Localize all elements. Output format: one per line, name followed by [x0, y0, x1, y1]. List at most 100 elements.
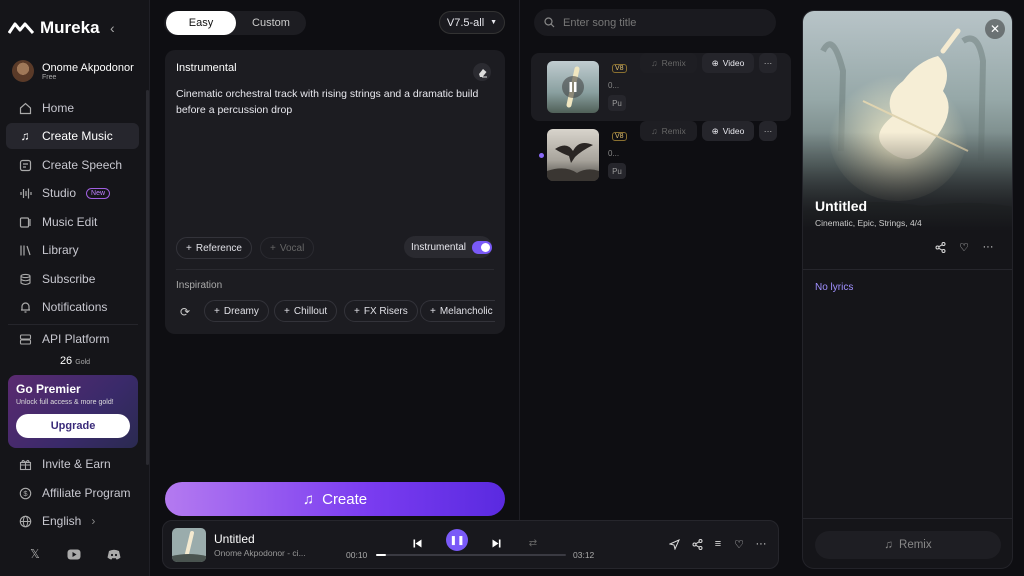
- sidebar-item-create-music[interactable]: ♫ Create Music: [6, 123, 139, 149]
- more-options-icon[interactable]: ···: [759, 53, 777, 73]
- repeat-icon[interactable]: ⇄: [524, 534, 542, 552]
- sidebar-item-invite-earn[interactable]: Invite & Earn: [6, 451, 139, 477]
- divider: [176, 269, 494, 270]
- detail-remix-button[interactable]: ♫ Remix: [815, 531, 1001, 559]
- premier-subtitle: Unlock full access & more gold!: [16, 399, 114, 406]
- refresh-icon[interactable]: ⟳: [180, 305, 190, 319]
- player-author: Onome Akpodonor - ci...: [214, 548, 306, 558]
- version-badge: V8: [612, 64, 627, 73]
- model-version-select[interactable]: V7.5-all ▼: [439, 11, 505, 34]
- sidebar-item-library[interactable]: Library: [6, 237, 139, 263]
- song-thumbnail[interactable]: [547, 61, 599, 113]
- share-icon[interactable]: [690, 537, 704, 551]
- heart-icon[interactable]: ♡: [732, 537, 746, 551]
- plus-icon: +: [270, 242, 276, 254]
- api-icon: [18, 332, 32, 346]
- song-duration: 0...: [608, 149, 620, 158]
- close-icon[interactable]: ✕: [985, 19, 1005, 39]
- video-button[interactable]: ⊕ Video: [702, 53, 754, 73]
- queue-icon[interactable]: ≡: [711, 537, 725, 551]
- song-row[interactable]: V8 0... Pu ♫ Remix ⊕ Video ···: [531, 53, 791, 121]
- tab-custom[interactable]: Custom: [236, 11, 306, 35]
- video-add-icon: ⊕: [711, 125, 719, 136]
- sidebar-item-label: Subscribe: [42, 272, 96, 286]
- globe-icon: [18, 514, 32, 528]
- pause-button[interactable]: ❚❚: [446, 529, 468, 551]
- player-thumbnail[interactable]: [172, 528, 206, 562]
- remix-button[interactable]: ♫ Remix: [640, 121, 697, 141]
- unread-dot: [539, 153, 544, 158]
- youtube-icon[interactable]: [67, 547, 81, 561]
- song-title: Untitled: [815, 198, 868, 214]
- more-options-icon[interactable]: ···: [981, 240, 995, 254]
- progress-fill: [376, 554, 386, 556]
- upgrade-button[interactable]: Upgrade: [16, 414, 130, 438]
- sidebar-item-create-speech[interactable]: Create Speech: [6, 152, 139, 178]
- inspiration-chip-fx-risers[interactable]: + FX Risers: [344, 300, 418, 322]
- song-row[interactable]: V8 0... Pu ♫ Remix ⊕ Video ···: [531, 121, 791, 189]
- edit-icon: [18, 215, 32, 229]
- remix-label: Remix: [661, 126, 686, 136]
- inspiration-chip-melancholic[interactable]: + Melancholic: [420, 300, 495, 322]
- publish-button[interactable]: Pu: [608, 95, 626, 111]
- discord-icon[interactable]: [107, 547, 121, 561]
- reference-button[interactable]: + Reference: [176, 237, 252, 259]
- tab-easy[interactable]: Easy: [166, 11, 236, 35]
- prompt-textarea[interactable]: Cinematic orchestral track with rising s…: [176, 86, 491, 118]
- previous-icon[interactable]: [408, 534, 426, 552]
- plus-icon: +: [430, 305, 436, 317]
- music-note-icon: ♫: [651, 58, 658, 68]
- remix-button[interactable]: ♫ Remix: [640, 53, 697, 73]
- instrumental-toggle[interactable]: Instrumental: [404, 236, 492, 258]
- sidebar-item-notifications[interactable]: Notifications: [6, 294, 139, 320]
- vocal-label: Vocal: [279, 242, 305, 254]
- eraser-icon[interactable]: [473, 63, 491, 81]
- toggle-switch[interactable]: [472, 240, 492, 254]
- sidebar-item-home[interactable]: Home: [6, 95, 139, 121]
- send-icon[interactable]: [667, 537, 681, 551]
- sidebar-item-api-platform[interactable]: API Platform: [6, 326, 139, 352]
- language-selector[interactable]: English ›: [6, 508, 139, 534]
- sidebar-item-subscribe[interactable]: Subscribe: [6, 266, 139, 292]
- inspiration-chip-dreamy[interactable]: + Dreamy: [204, 300, 269, 322]
- progress-bar[interactable]: [376, 554, 566, 556]
- gold-balance: 26 Gold: [0, 355, 150, 367]
- vocal-button[interactable]: + Vocal: [260, 237, 315, 259]
- chip-label: Chillout: [293, 305, 328, 317]
- song-thumbnail[interactable]: [547, 129, 599, 181]
- video-label: Video: [722, 126, 745, 136]
- x-icon[interactable]: 𝕏: [28, 547, 42, 561]
- sidebar-item-studio[interactable]: Studio New: [6, 180, 139, 206]
- prompt-title: Instrumental: [176, 62, 237, 74]
- music-note-icon: ♫: [20, 129, 30, 143]
- sidebar-item-music-edit[interactable]: Music Edit: [6, 209, 139, 235]
- search-input[interactable]: Enter song title: [534, 9, 776, 36]
- caret-down-icon: ▼: [490, 19, 498, 26]
- create-button[interactable]: ♫ Create: [165, 482, 505, 516]
- instrumental-label: Instrumental: [411, 241, 467, 253]
- sidebar-item-affiliate[interactable]: $ Affiliate Program: [6, 480, 139, 506]
- inspiration-chip-chillout[interactable]: + Chillout: [274, 300, 338, 322]
- app-logo[interactable]: Mureka: [8, 16, 100, 40]
- current-time: 00:10: [346, 550, 368, 560]
- video-button[interactable]: ⊕ Video: [702, 121, 754, 141]
- publish-button[interactable]: Pu: [608, 163, 626, 179]
- svg-text:$: $: [23, 489, 28, 498]
- sidebar-item-label: Studio: [42, 186, 77, 200]
- chip-label: Melancholic: [439, 305, 493, 317]
- collapse-sidebar-icon[interactable]: ‹: [110, 20, 115, 36]
- more-options-icon[interactable]: ···: [754, 537, 768, 551]
- more-options-icon[interactable]: ···: [759, 121, 777, 141]
- sidebar-item-label: Create Speech: [42, 158, 123, 172]
- sidebar-item-label: Music Edit: [42, 215, 98, 229]
- next-icon[interactable]: [487, 534, 505, 552]
- sidebar-scrollbar[interactable]: [146, 90, 149, 465]
- app-name: Mureka: [40, 18, 100, 37]
- share-icon[interactable]: [933, 240, 947, 254]
- avatar: [12, 60, 34, 82]
- divider: [803, 518, 1012, 519]
- song-tags: Cinematic, Epic, Strings, 4/4: [815, 218, 922, 228]
- heart-icon[interactable]: ♡: [957, 240, 971, 254]
- sidebar: Mureka ‹ Onome Akpodonor Free Home ♫ Cre…: [0, 0, 150, 576]
- user-profile[interactable]: Onome Akpodonor Free: [12, 60, 137, 82]
